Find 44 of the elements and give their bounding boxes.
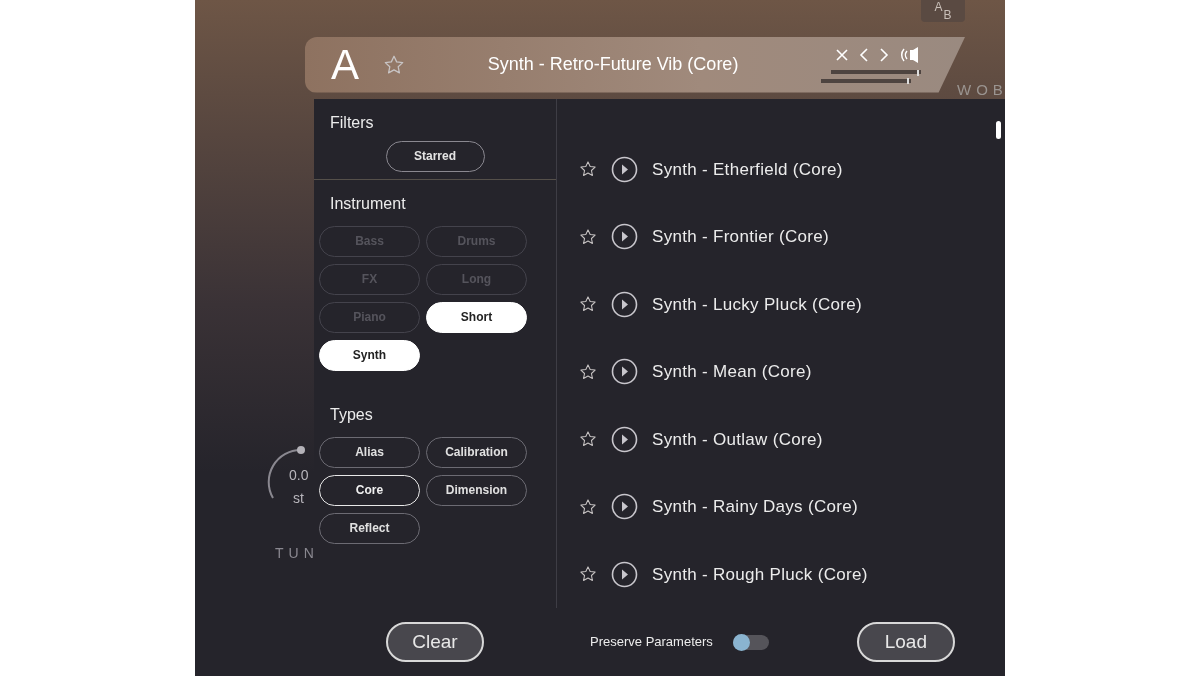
chevron-left-icon[interactable] <box>859 47 869 62</box>
preset-name[interactable]: Synth - Rough Pluck (Core) <box>652 561 868 587</box>
ab-compare-button[interactable]: AB <box>921 0 965 22</box>
star-icon[interactable] <box>579 430 597 449</box>
preset-name[interactable]: Synth - Lucky Pluck (Core) <box>652 291 862 317</box>
favorite-star-icon[interactable] <box>383 53 405 76</box>
play-icon[interactable] <box>611 560 638 588</box>
section-heading: Filters <box>330 112 375 133</box>
level-meter-icon <box>821 69 921 84</box>
close-icon[interactable] <box>835 47 849 62</box>
preset-title[interactable]: Synth - Retro-Future Vib (Core) <box>405 51 821 79</box>
scrollbar-thumb[interactable] <box>996 120 1001 139</box>
preset-name[interactable]: Synth - Frontier (Core) <box>652 224 829 250</box>
star-icon[interactable] <box>579 565 597 584</box>
preset-name[interactable]: Synth - Rainy Days (Core) <box>652 494 858 520</box>
speaker-icon[interactable] <box>899 45 921 64</box>
preset-name[interactable]: Synth - Etherfield (Core) <box>652 156 843 182</box>
play-icon[interactable] <box>611 358 638 386</box>
filter-chip[interactable]: Short <box>426 301 527 333</box>
star-icon[interactable] <box>579 497 597 516</box>
preset-name[interactable]: Synth - Mean (Core) <box>652 359 812 385</box>
knob-value: 0.0 <box>289 468 309 482</box>
section-label: WOB <box>957 80 1005 100</box>
play-icon[interactable] <box>611 493 638 521</box>
preset-name[interactable]: Synth - Outlaw (Core) <box>652 426 823 452</box>
section-heading: Instrument <box>329 193 407 214</box>
play-icon[interactable] <box>611 223 638 251</box>
knob-label: TUN <box>275 546 319 560</box>
slot-letter: A <box>331 43 359 86</box>
section-heading: Types <box>329 404 374 425</box>
star-icon[interactable] <box>579 362 597 381</box>
filter-chip[interactable]: Synth <box>319 339 420 371</box>
preserve-toggle[interactable] <box>732 634 769 650</box>
star-icon[interactable] <box>579 295 597 314</box>
load-button[interactable]: Load <box>856 622 955 662</box>
clear-button[interactable]: Clear <box>386 622 484 662</box>
play-icon[interactable] <box>611 290 638 318</box>
chevron-right-icon[interactable] <box>879 47 889 62</box>
preserve-parameters-label: Preserve Parameters <box>590 633 713 652</box>
star-icon[interactable] <box>579 160 597 179</box>
play-icon[interactable] <box>611 425 638 453</box>
star-icon[interactable] <box>579 227 597 246</box>
knob-unit: st <box>293 491 304 505</box>
play-icon[interactable] <box>611 155 638 183</box>
